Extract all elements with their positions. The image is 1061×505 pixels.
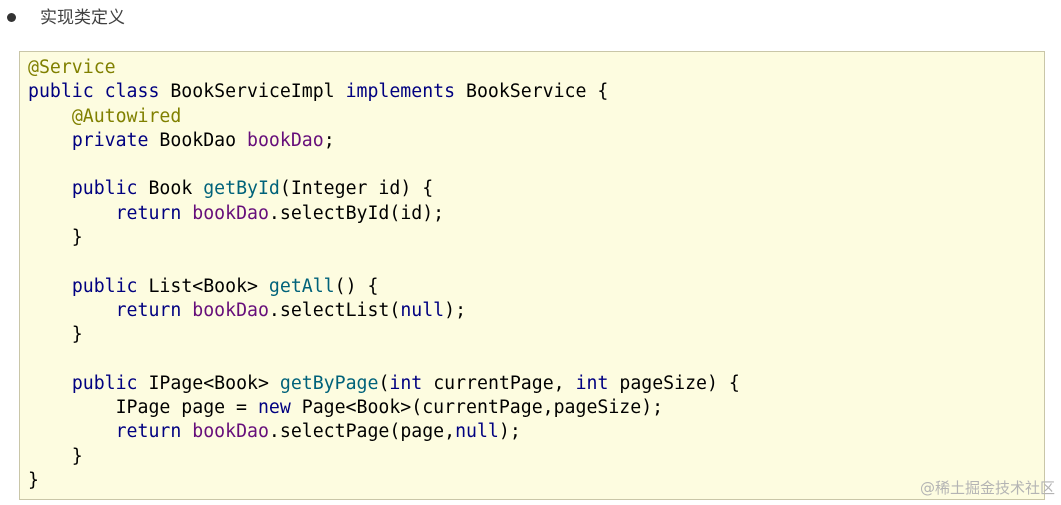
bullet-item: 实现类定义 — [0, 0, 400, 36]
code-line: } — [28, 323, 740, 347]
bullet-dot-icon — [7, 13, 16, 22]
code-token-plain: (Integer id) { — [279, 178, 434, 200]
code-token-kw: null — [400, 299, 445, 321]
code-token-field: bookDao — [192, 421, 269, 443]
code-line: @Autowired — [28, 105, 740, 129]
code-line: public IPage<Book> getByPage(int current… — [28, 372, 740, 396]
code-token-plain: BookService { — [455, 81, 609, 103]
code-line: public Book getById(Integer id) { — [28, 177, 740, 201]
code-token-plain: } — [28, 324, 83, 346]
code-token-kw: return — [115, 202, 182, 224]
code-token-anno: @Service — [28, 57, 116, 78]
code-token-method: getAll — [268, 275, 335, 297]
code-token-plain: pageSize) { — [608, 372, 740, 394]
code-token-plain: .selectPage(page, — [268, 421, 456, 443]
code-token-plain: .selectById(id); — [268, 202, 445, 224]
code-line: IPage page = new Page<Book>(currentPage,… — [28, 396, 740, 420]
code-line: return bookDao.selectList(null); — [28, 299, 740, 323]
watermark: @稀土掘金技术社区 — [919, 479, 1055, 497]
code-token-plain: ); — [444, 299, 467, 321]
code-line: return bookDao.selectById(id); — [28, 202, 740, 226]
code-token-kw: new — [257, 397, 291, 419]
code-token-plain: IPage<Book> — [137, 372, 280, 394]
code-token-plain: currentPage, — [422, 372, 576, 394]
code-line: public class BookServiceImpl implements … — [28, 80, 740, 104]
code-line: } — [28, 445, 740, 469]
code-token-plain: Page<Book>(currentPage,pageSize); — [290, 397, 664, 419]
code-token-field: bookDao — [192, 202, 269, 224]
code-block: @Service public class BookServiceImpl imp… — [19, 51, 1045, 500]
code-token-plain: } — [28, 445, 83, 467]
code-token-field: bookDao — [192, 299, 269, 321]
code-token-plain: .selectList( — [268, 299, 401, 321]
code-token-plain: ); — [498, 421, 521, 443]
code-token-plain: ( — [378, 372, 390, 394]
code-line: @Service — [28, 56, 740, 80]
code-token-kw: private — [71, 129, 149, 151]
code-token-method: getByPage — [279, 372, 379, 394]
code-line: } — [28, 226, 740, 250]
code-token-kw: class — [104, 81, 160, 103]
bullet-text: 实现类定义 — [40, 8, 125, 28]
code-token-plain: } — [28, 470, 39, 492]
code-content: @Service public class BookServiceImpl imp… — [28, 56, 740, 493]
code-token-plain: ; — [323, 129, 335, 151]
code-line: public List<Book> getAll() { — [28, 275, 740, 299]
code-token-kw: int — [575, 372, 609, 394]
code-token-plain: BookServiceImpl — [159, 81, 346, 103]
code-token-plain: () { — [334, 275, 379, 297]
code-token-plain: Book — [137, 178, 204, 200]
code-token-plain: List<Book> — [137, 275, 269, 297]
code-token-kw: implements — [345, 81, 456, 103]
code-token-kw: null — [455, 421, 499, 443]
code-token-kw: return — [115, 421, 182, 443]
code-token-method: getById — [203, 178, 280, 200]
code-token-plain: IPage page = — [28, 397, 258, 419]
code-line: } — [28, 469, 740, 493]
code-line: return bookDao.selectPage(page,null); — [28, 420, 740, 444]
code-line: private BookDao bookDao; — [28, 129, 740, 153]
code-token-plain: } — [28, 227, 83, 249]
code-token-field: bookDao — [247, 129, 324, 151]
code-token-kw: public — [71, 275, 138, 297]
code-token-kw: public — [71, 178, 138, 200]
code-token-kw: int — [389, 372, 423, 394]
code-token-plain: BookDao — [148, 129, 248, 151]
code-token-kw: public — [28, 81, 94, 103]
code-token-kw: return — [115, 299, 182, 321]
code-token-kw: public — [71, 372, 138, 394]
code-token-anno: @Autowired — [71, 105, 182, 127]
